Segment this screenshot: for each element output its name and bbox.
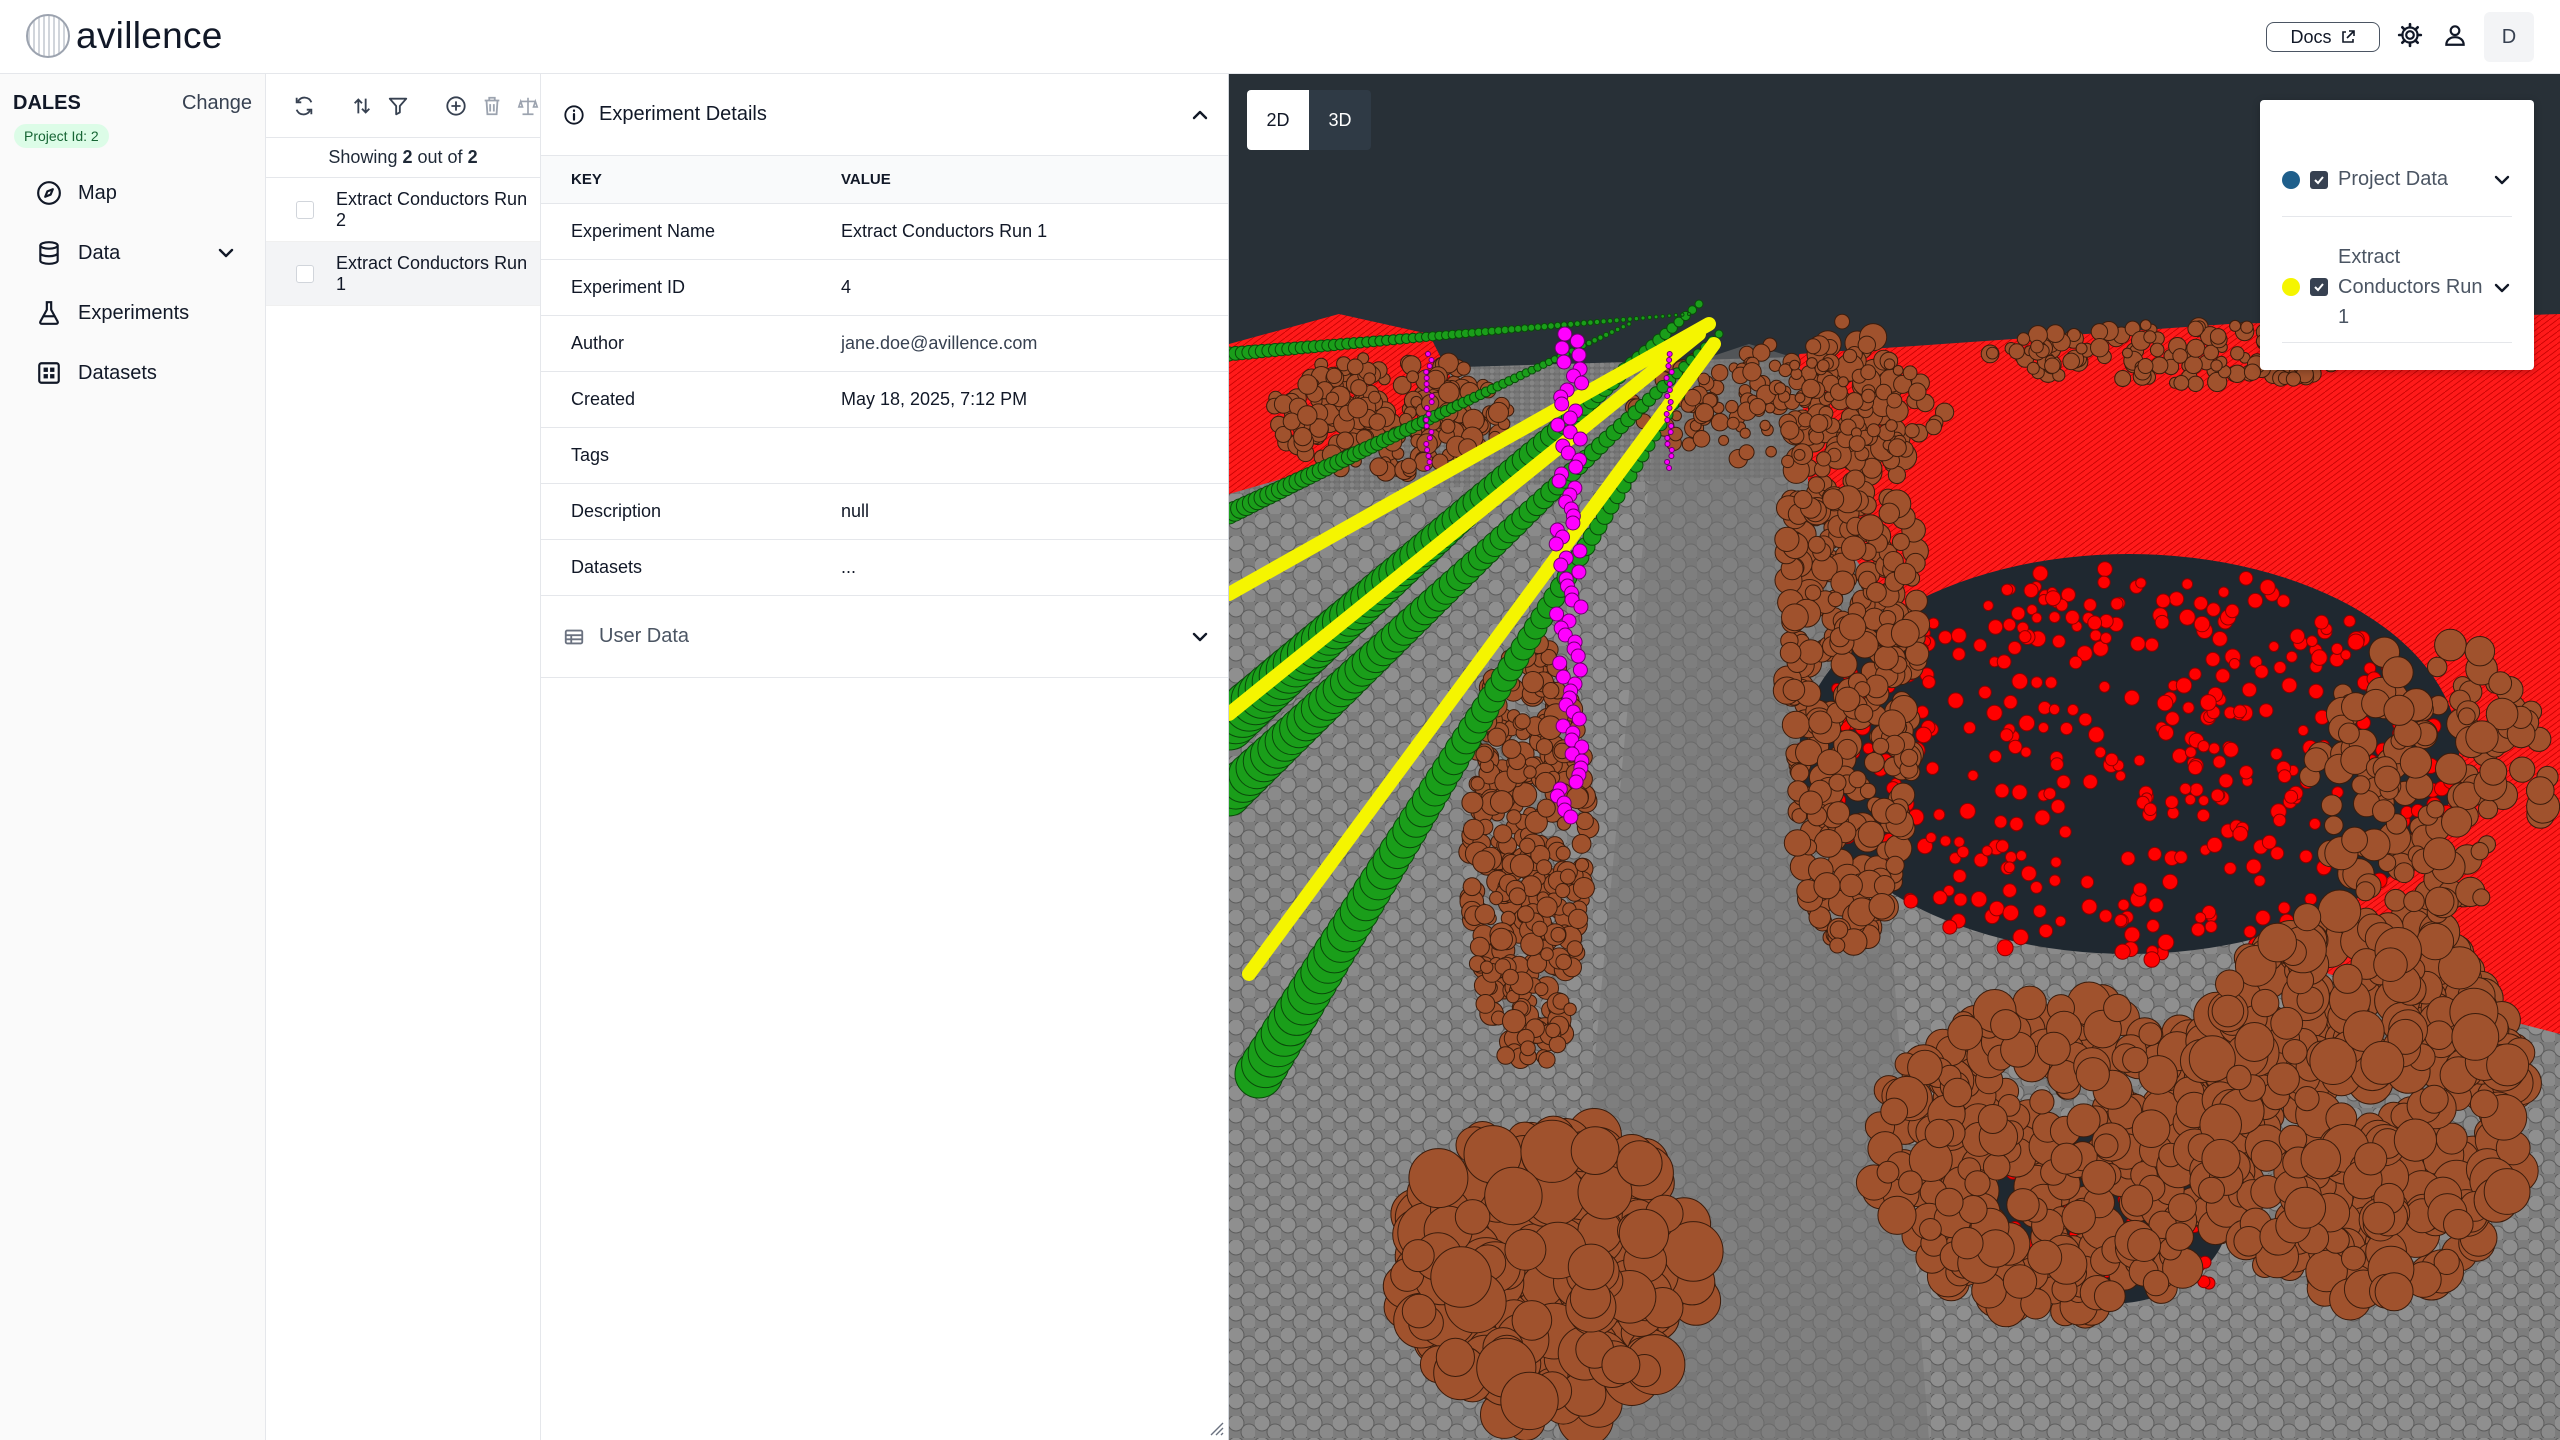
- top-header: avillence Docs D: [0, 0, 2560, 74]
- change-project-link[interactable]: Change: [182, 92, 252, 115]
- checkmark-icon: [2314, 175, 2324, 184]
- brand-name: avillence: [76, 15, 223, 56]
- filter-icon[interactable]: [386, 94, 410, 118]
- layer-label-line: 1: [2338, 306, 2350, 328]
- section-title: User Data: [599, 625, 690, 647]
- experiment-row-run-1[interactable]: Extract Conductors Run 1: [266, 242, 540, 306]
- compare-scale-icon[interactable]: [516, 94, 540, 118]
- layer-project-data[interactable]: Project Data: [2282, 168, 2512, 191]
- row-value: jane.doe@avillence.com: [841, 333, 1038, 353]
- view-mode-toggle[interactable]: 2D 3D: [1247, 90, 1371, 150]
- chevron-down-icon[interactable]: [2492, 170, 2512, 190]
- showing-count: 2: [402, 147, 413, 167]
- mode-3d-button[interactable]: 3D: [1309, 90, 1371, 150]
- details-row: Datasets ...: [541, 540, 1228, 596]
- sidebar-item-experiments[interactable]: Experiments: [36, 293, 236, 333]
- user-profile-icon[interactable]: [2440, 20, 2470, 50]
- row-checkbox[interactable]: [296, 200, 314, 219]
- details-row: Experiment ID 4: [541, 260, 1228, 316]
- row-value: 4: [841, 277, 852, 297]
- sidebar-item-label: Datasets: [78, 361, 157, 384]
- layer-legend: Project Data Extract Conductors Run 1: [2260, 100, 2534, 370]
- logo-mark-icon: [26, 14, 70, 58]
- row-key: Datasets: [571, 557, 643, 577]
- docs-button[interactable]: Docs: [2266, 22, 2380, 52]
- settings-gear-icon[interactable]: [2395, 20, 2425, 50]
- experiment-details-panel: Experiment Details KEY VALUE Experiment …: [541, 74, 1229, 1440]
- docs-label: Docs: [2290, 26, 2332, 47]
- info-icon: [564, 104, 584, 125]
- details-row: Tags: [541, 428, 1228, 484]
- refresh-icon[interactable]: [292, 94, 316, 118]
- resize-handle-icon[interactable]: [1206, 1418, 1224, 1436]
- layer-label-line: Extract: [2338, 246, 2401, 268]
- row-value: null: [841, 501, 870, 521]
- row-key: Experiment Name: [571, 221, 716, 241]
- chevron-down-icon[interactable]: [2492, 278, 2512, 298]
- sidebar-item-datasets[interactable]: Datasets: [36, 353, 236, 393]
- row-key: Created: [571, 389, 636, 409]
- add-circle-icon[interactable]: [444, 94, 468, 118]
- database-icon: [39, 241, 59, 265]
- layer-checkbox[interactable]: [2310, 278, 2328, 296]
- showing-prefix: Showing: [328, 147, 398, 167]
- flask-icon: [39, 301, 59, 325]
- details-row: Experiment Name Extract Conductors Run 1: [541, 204, 1228, 260]
- showing-total: 2: [467, 147, 478, 167]
- external-link-icon: [2341, 30, 2355, 43]
- grid-icon: [38, 362, 60, 384]
- details-row: Description null: [541, 484, 1228, 540]
- layer-extract-conductors-run-1[interactable]: Extract Conductors Run 1: [2282, 242, 2512, 332]
- project-name: DALES: [13, 92, 81, 114]
- sidebar-item-data[interactable]: Data: [36, 233, 236, 273]
- experiment-row-label: Extract Conductors Run 1: [336, 252, 528, 294]
- point-cloud-viewer[interactable]: 2D 3D Project Data Extract Conductors Ru…: [1229, 74, 2560, 1440]
- brand-logo[interactable]: avillence: [26, 14, 223, 58]
- row-checkbox[interactable]: [296, 264, 314, 283]
- experiment-row-run-2[interactable]: Extract Conductors Run 2: [266, 178, 540, 242]
- row-value: Extract Conductors Run 1: [841, 221, 1048, 241]
- compass-icon: [37, 181, 61, 205]
- project-id-badge: Project Id: 2: [14, 124, 109, 148]
- key-column-header: KEY: [571, 171, 602, 188]
- sidebar-item-label: Data: [78, 241, 121, 264]
- section-title: Experiment Details: [599, 103, 767, 125]
- row-key: Description: [571, 501, 662, 521]
- row-key: Author: [571, 333, 625, 353]
- layer-label: Project Data: [2338, 168, 2449, 190]
- layer-color-swatch: [2282, 170, 2300, 189]
- trash-icon[interactable]: [480, 94, 504, 118]
- details-table-header: KEY VALUE: [541, 156, 1228, 204]
- layer-label: Extract Conductors Run 1: [2338, 242, 2483, 332]
- chevron-down-icon[interactable]: [216, 243, 236, 263]
- details-row: Author jane.doe@avillence.com: [541, 316, 1228, 372]
- row-key: Tags: [571, 445, 610, 465]
- user-avatar[interactable]: D: [2484, 12, 2534, 62]
- details-row: Created May 18, 2025, 7:12 PM: [541, 372, 1228, 428]
- mode-2d-button[interactable]: 2D: [1247, 90, 1309, 150]
- sidebar-item-map[interactable]: Map: [36, 173, 236, 213]
- left-sidebar: DALES Change Project Id: 2 Map Data Expe…: [0, 74, 266, 1440]
- experiment-list-panel: Showing 2 out of 2 Extract Conductors Ru…: [266, 74, 541, 1440]
- result-count: Showing 2 out of 2: [266, 138, 540, 178]
- value-column-header: VALUE: [841, 171, 891, 188]
- row-value: May 18, 2025, 7:12 PM: [841, 389, 1028, 409]
- layer-checkbox[interactable]: [2310, 170, 2328, 189]
- checkmark-icon: [2314, 283, 2324, 292]
- chevron-up-icon[interactable]: [1190, 105, 1210, 125]
- list-toolbar: [266, 74, 540, 138]
- experiment-row-label: Extract Conductors Run 2: [336, 188, 528, 230]
- sidebar-item-label: Map: [78, 181, 117, 204]
- sort-icon[interactable]: [350, 94, 374, 118]
- chevron-down-icon[interactable]: [1190, 627, 1210, 647]
- row-key: Experiment ID: [571, 277, 686, 297]
- user-data-header[interactable]: User Data: [541, 596, 1228, 678]
- sidebar-item-label: Experiments: [78, 301, 190, 324]
- layer-color-swatch: [2282, 278, 2300, 296]
- table-icon: [564, 629, 584, 644]
- layer-label-line: Conductors Run: [2338, 276, 2483, 298]
- row-value[interactable]: ...: [841, 557, 1228, 578]
- showing-mid: out of: [417, 147, 463, 167]
- experiment-details-header[interactable]: Experiment Details: [541, 74, 1228, 156]
